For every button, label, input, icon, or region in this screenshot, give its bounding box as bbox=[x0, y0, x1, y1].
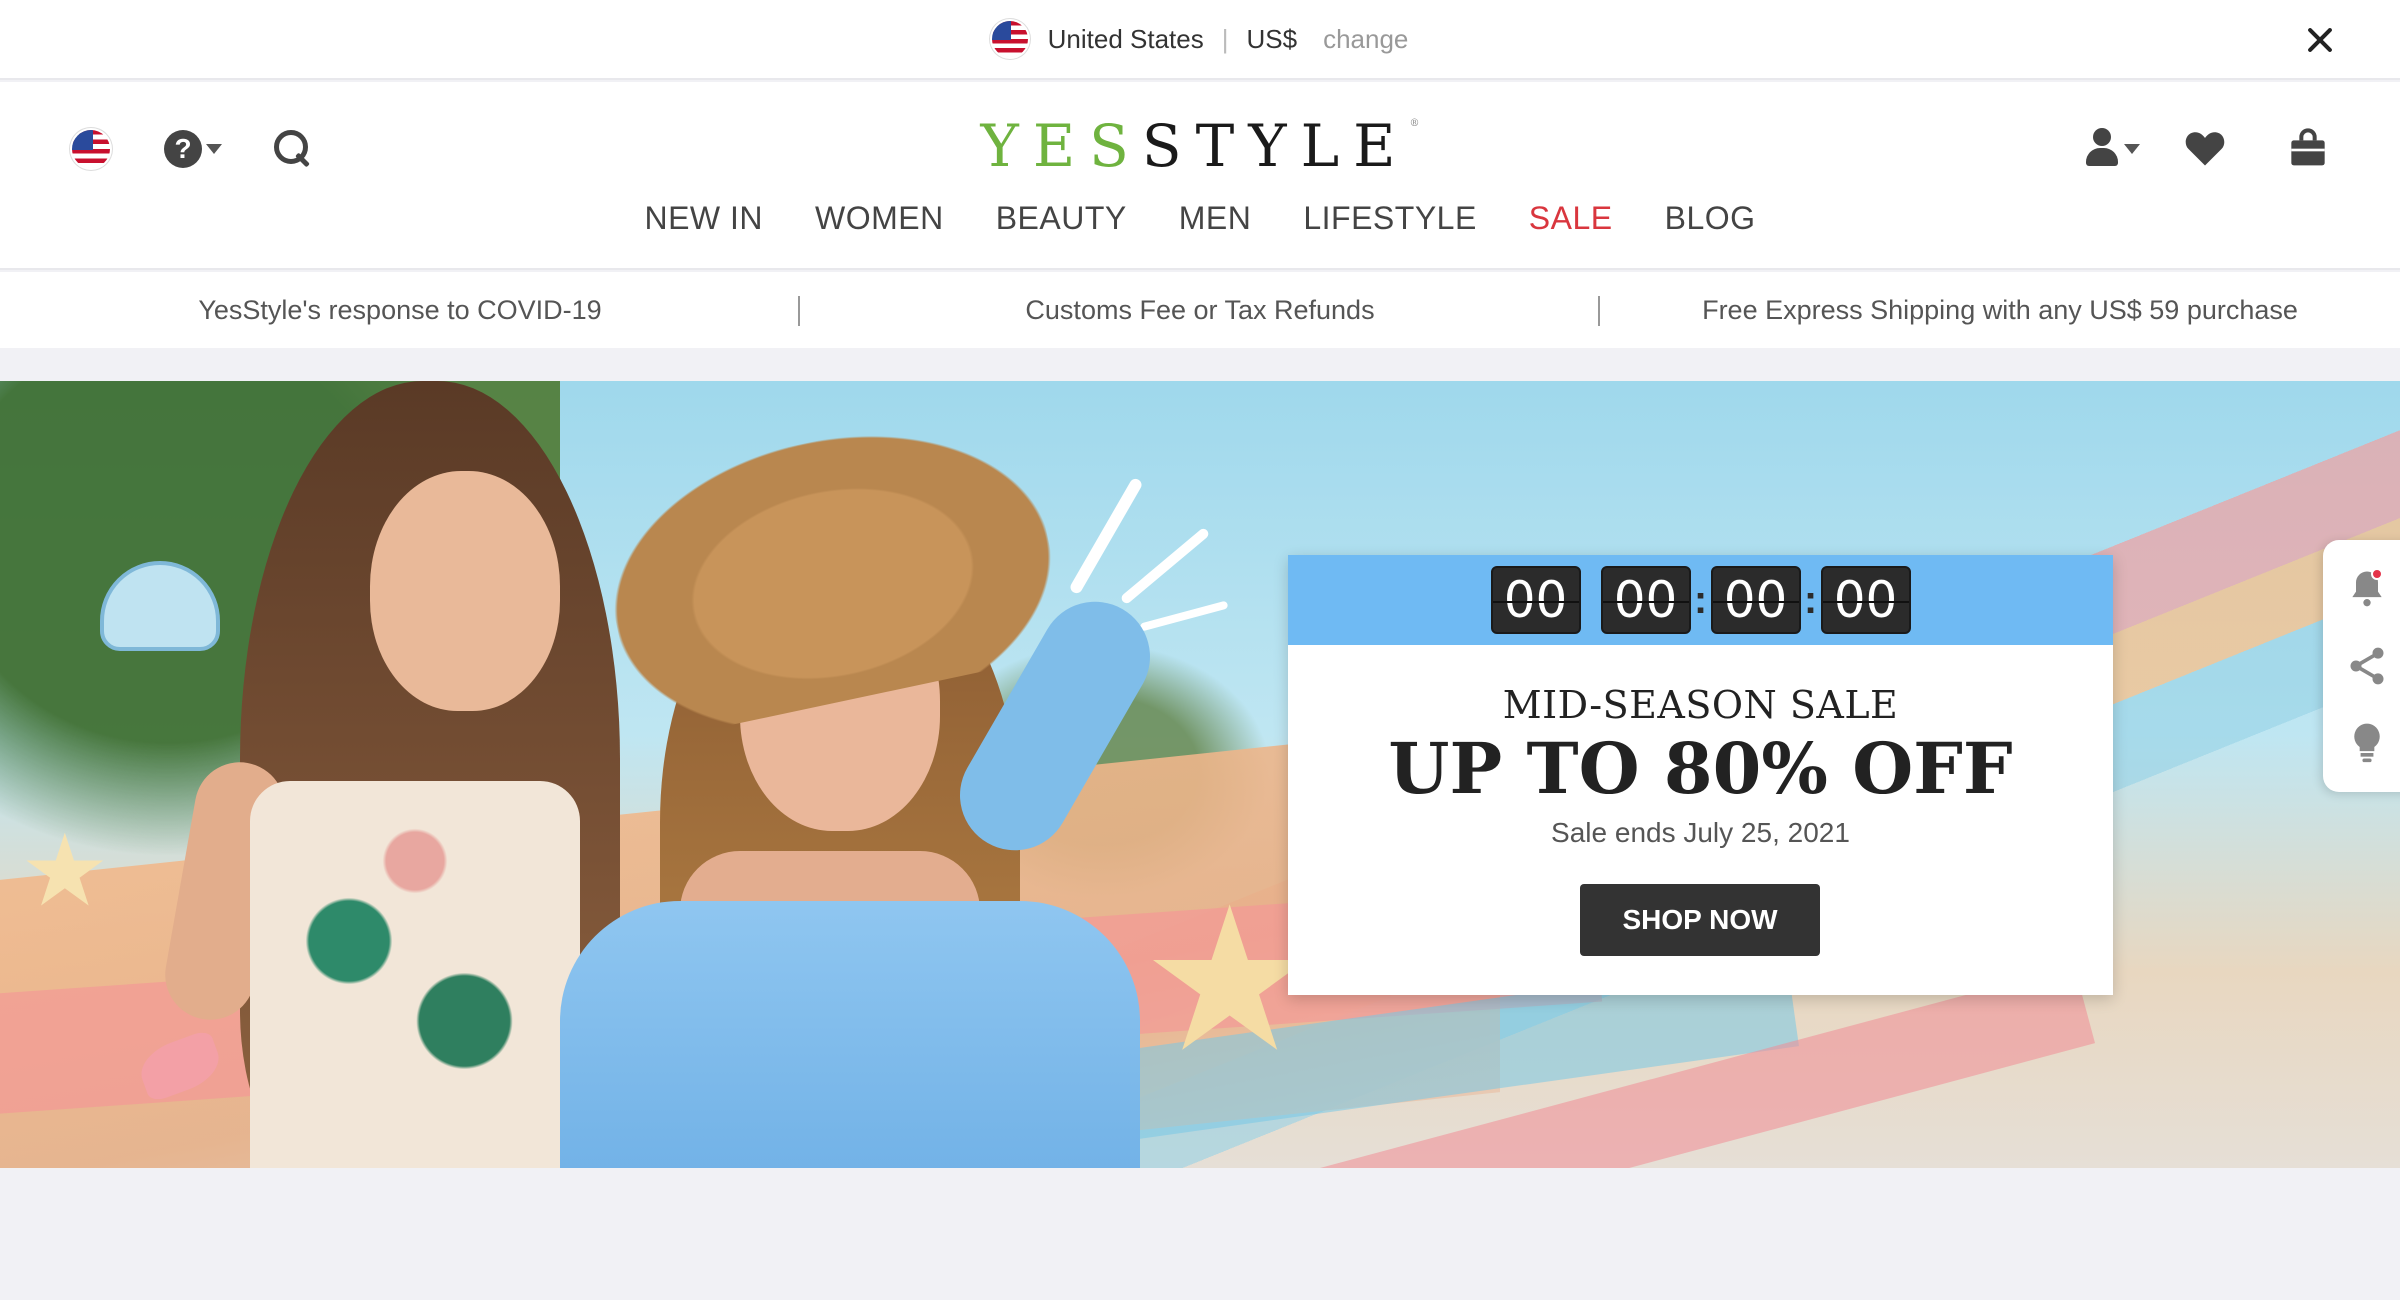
logo-dark-text: STYLE bbox=[1141, 112, 1410, 180]
nav-item-new-in[interactable]: NEW IN bbox=[644, 200, 763, 237]
decorative-flare bbox=[1068, 476, 1144, 596]
starfish-icon: ★ bbox=[20, 815, 110, 927]
site-header: ? YESSTYLE® NEW IN WOMEN BEAUTY MEN LIFE… bbox=[0, 82, 2400, 270]
covid-response-link[interactable]: YesStyle's response to COVID-19 bbox=[0, 295, 800, 326]
divider bbox=[1598, 296, 1600, 326]
us-flag-icon bbox=[991, 21, 1028, 57]
logo-green-text: YES bbox=[980, 112, 1142, 180]
info-bar: YesStyle's response to COVID-19 Customs … bbox=[0, 272, 2400, 348]
timer-colon: : bbox=[1693, 577, 1708, 622]
main-nav: NEW IN WOMEN BEAUTY MEN LIFESTYLE SALE B… bbox=[0, 200, 2400, 237]
locale-currency: US$ bbox=[1246, 23, 1298, 54]
close-icon[interactable] bbox=[2300, 20, 2340, 60]
shopping-bag-icon[interactable] bbox=[2288, 126, 2328, 168]
chevron-down-icon[interactable] bbox=[2124, 144, 2140, 154]
logo-registered-mark: ® bbox=[1409, 118, 1420, 129]
promo-end-date: Sale ends July 25, 2021 bbox=[1551, 817, 1850, 848]
lightbulb-icon[interactable] bbox=[2345, 720, 2389, 764]
nav-item-beauty[interactable]: BEAUTY bbox=[996, 200, 1127, 237]
timer-colon: : bbox=[1803, 577, 1818, 622]
customs-refund-link[interactable]: Customs Fee or Tax Refunds bbox=[800, 295, 1600, 326]
promo-card: 00 00 : 00 : 00 MID-SEASON SALE UP TO 80… bbox=[1288, 555, 2113, 995]
countdown-timer: 00 00 : 00 : 00 bbox=[1288, 555, 2113, 645]
promo-headline: UP TO 80% OFF bbox=[1388, 727, 2013, 810]
nav-item-lifestyle[interactable]: LIFESTYLE bbox=[1303, 200, 1476, 237]
model-image bbox=[370, 471, 560, 711]
heart-icon[interactable] bbox=[2184, 128, 2226, 168]
free-shipping-link[interactable]: Free Express Shipping with any US$ 59 pu… bbox=[1600, 295, 2400, 326]
nav-item-blog[interactable]: BLOG bbox=[1665, 200, 1756, 237]
model-image bbox=[560, 901, 1140, 1168]
share-icon[interactable] bbox=[2345, 644, 2389, 688]
change-locale-link[interactable]: change bbox=[1323, 24, 1408, 55]
notification-dot bbox=[2371, 568, 2383, 580]
promo-kicker: MID-SEASON SALE bbox=[1502, 683, 1899, 727]
site-logo[interactable]: YESSTYLE® bbox=[0, 112, 2400, 180]
divider bbox=[798, 296, 800, 326]
nav-item-women[interactable]: WOMEN bbox=[815, 200, 944, 237]
shop-now-button[interactable]: SHOP NOW bbox=[1580, 884, 1820, 956]
timer-hours: 00 bbox=[1600, 566, 1691, 634]
decorative-flare bbox=[1119, 526, 1211, 606]
locale-bar: United States | US$ change bbox=[0, 0, 2400, 80]
timer-seconds: 00 bbox=[1820, 566, 1911, 634]
timer-minutes: 00 bbox=[1710, 566, 1801, 634]
user-icon[interactable] bbox=[2084, 128, 2120, 168]
locale-country: United States bbox=[1047, 23, 1204, 54]
model-image bbox=[250, 781, 580, 1168]
locale-separator: | bbox=[1221, 23, 1229, 54]
side-toolbar bbox=[2323, 540, 2400, 792]
nav-item-men[interactable]: MEN bbox=[1179, 200, 1252, 237]
nav-item-sale[interactable]: SALE bbox=[1529, 200, 1613, 237]
timer-days: 00 bbox=[1490, 566, 1581, 634]
